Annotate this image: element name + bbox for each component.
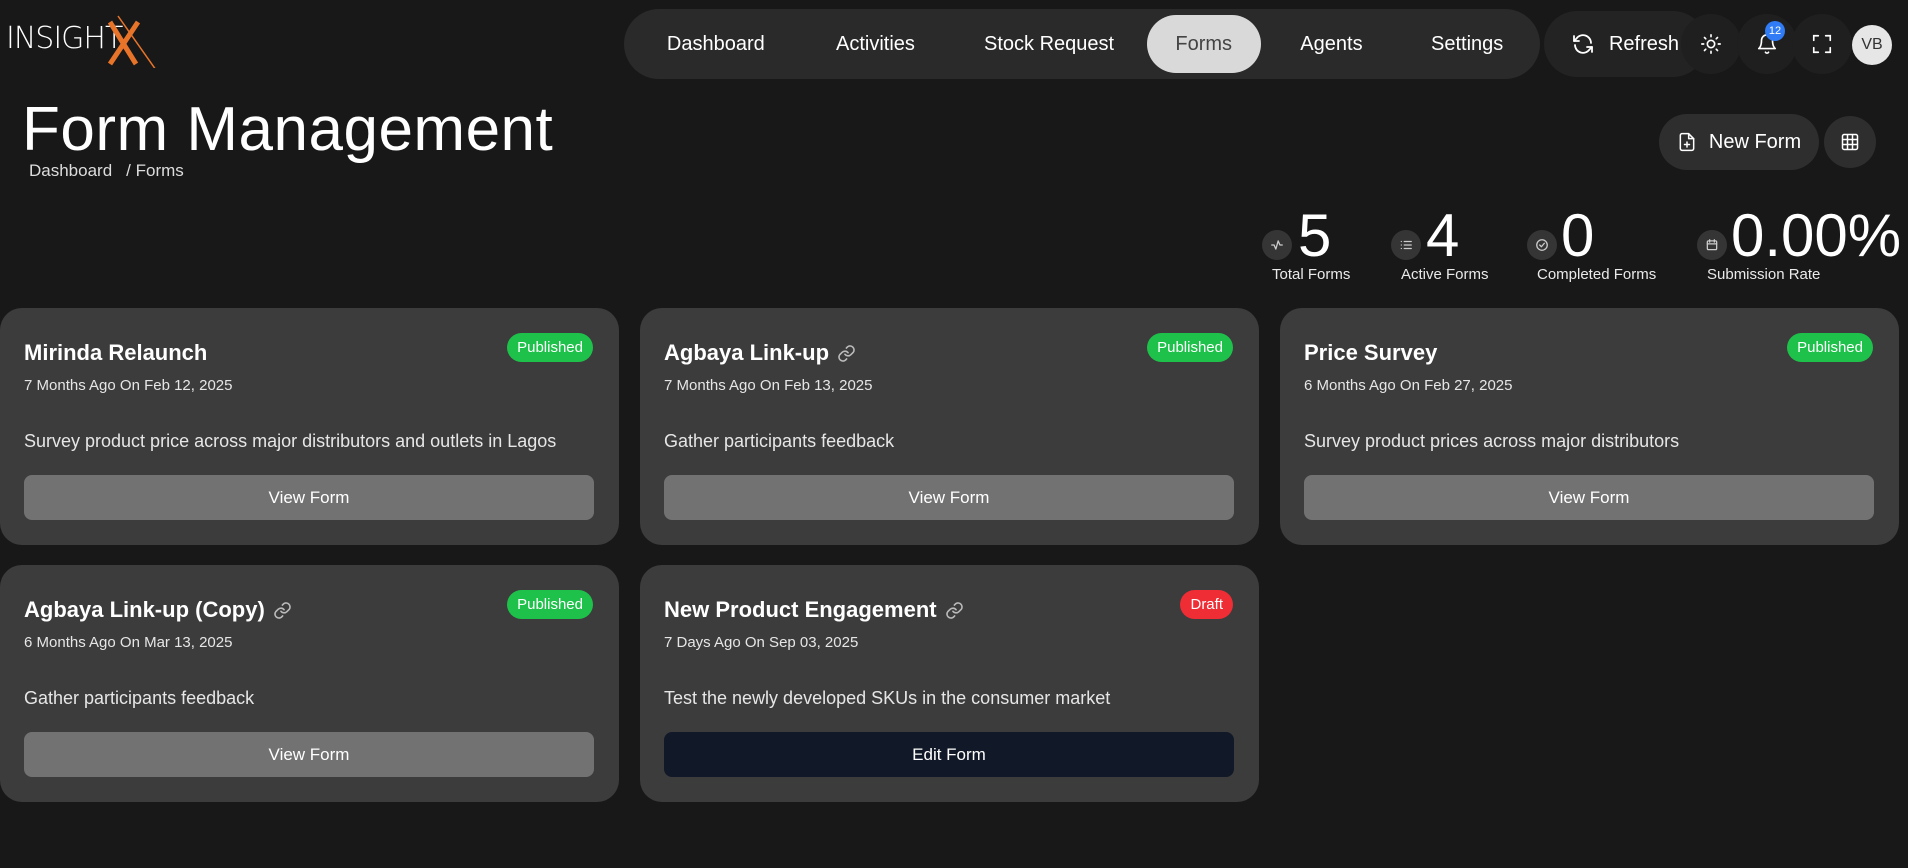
edit-form-button[interactable]: Edit Form	[664, 732, 1234, 777]
form-date: 7 Days Ago On Sep 03, 2025	[664, 634, 859, 651]
expand-icon	[1812, 34, 1832, 54]
logo-graphic: INSIGHT	[6, 15, 157, 71]
view-form-button[interactable]: View Form	[24, 732, 594, 777]
form-date: 7 Months Ago On Feb 13, 2025	[664, 377, 873, 394]
new-form-button[interactable]: New Form	[1659, 114, 1819, 170]
status-badge: Published	[507, 333, 593, 362]
stat-value: 0	[1561, 202, 1595, 269]
view-form-button[interactable]: View Form	[24, 475, 594, 520]
user-avatar[interactable]: VB	[1852, 25, 1892, 65]
view-form-button[interactable]: View Form	[1304, 475, 1874, 520]
list-icon	[1391, 230, 1421, 260]
stat-label: Submission Rate	[1707, 266, 1821, 283]
form-title: Mirinda Relaunch	[24, 340, 207, 366]
file-plus-icon	[1679, 132, 1695, 152]
form-description: Gather participants feedback	[664, 431, 895, 451]
calendar-icon	[1697, 230, 1727, 260]
stat-value: 5	[1298, 202, 1332, 269]
fullscreen-button[interactable]	[1792, 14, 1852, 74]
form-description: Survey product price across major distri…	[24, 431, 557, 451]
activity-icon	[1262, 230, 1292, 260]
stat-label: Active Forms	[1401, 266, 1489, 283]
nav-item-forms[interactable]: Forms	[1146, 15, 1261, 73]
breadcrumb-dashboard[interactable]: Dashboard	[29, 161, 112, 181]
notifications-button[interactable]: 12	[1737, 14, 1797, 74]
form-date: 6 Months Ago On Mar 13, 2025	[24, 634, 233, 651]
form-date: 7 Months Ago On Feb 12, 2025	[24, 377, 233, 394]
refresh-icon	[1573, 34, 1593, 54]
check-circle-icon	[1527, 230, 1557, 260]
form-title: Agbaya Link-up	[664, 340, 856, 366]
stat-value: 4	[1426, 202, 1460, 269]
status-badge: Published	[1147, 333, 1233, 362]
status-badge: Published	[1787, 333, 1873, 362]
stat-label: Total Forms	[1272, 266, 1351, 283]
form-title: New Product Engagement	[664, 597, 964, 623]
breadcrumb: Dashboard / Forms	[29, 161, 184, 181]
link-icon[interactable]	[837, 344, 856, 363]
form-description: Survey product prices across major distr…	[1304, 431, 1680, 451]
stat-value: 0.00%	[1731, 202, 1902, 269]
form-title-text: New Product Engagement	[664, 597, 937, 622]
form-card: Mirinda Relaunch Published 7 Months Ago …	[0, 308, 619, 545]
sun-icon	[1701, 34, 1721, 54]
link-icon[interactable]	[273, 601, 292, 620]
new-form-label: New Form	[1708, 130, 1802, 153]
form-title-text: Mirinda Relaunch	[24, 340, 208, 365]
form-title-text: Agbaya Link-up (Copy)	[24, 597, 265, 622]
form-card: Agbaya Link-up (Copy) Published 6 Months…	[0, 565, 619, 802]
form-title-text: Agbaya Link-up	[664, 340, 830, 365]
main-nav: Dashboard Activities Stock Request Forms…	[624, 9, 1540, 79]
theme-toggle-button[interactable]	[1681, 14, 1741, 74]
svg-text:INSIGHT: INSIGHT	[6, 21, 123, 56]
link-icon[interactable]	[945, 601, 964, 620]
form-title-text: Price Survey	[1304, 340, 1438, 365]
form-title: Price Survey	[1304, 340, 1437, 366]
breadcrumb-forms: / Forms	[126, 161, 184, 180]
nav-item-agents[interactable]: Agents	[1261, 15, 1403, 73]
form-date: 6 Months Ago On Feb 27, 2025	[1304, 377, 1513, 394]
view-form-button[interactable]: View Form	[664, 475, 1234, 520]
nav-item-dashboard[interactable]: Dashboard	[632, 15, 800, 73]
form-card: Price Survey Published 6 Months Ago On F…	[1280, 308, 1899, 545]
nav-item-settings[interactable]: Settings	[1402, 15, 1532, 73]
page-title: Form Management	[22, 95, 554, 164]
grid-view-button[interactable]	[1824, 116, 1876, 168]
form-card: New Product Engagement Draft 7 Days Ago …	[640, 565, 1259, 802]
grid-icon	[1841, 133, 1859, 151]
status-badge: Published	[507, 590, 593, 619]
nav-item-activities[interactable]: Activities	[800, 15, 952, 73]
stat-label: Completed Forms	[1537, 266, 1657, 283]
form-description: Gather participants feedback	[24, 688, 255, 708]
form-title: Agbaya Link-up (Copy)	[24, 597, 292, 623]
form-description: Test the newly developed SKUs in the con…	[664, 688, 1111, 708]
nav-item-stock-request[interactable]: Stock Request	[951, 15, 1147, 73]
status-badge: Draft	[1180, 590, 1233, 619]
insightx-logo[interactable]: INSIGHT	[6, 8, 157, 71]
form-card: Agbaya Link-up Published 7 Months Ago On…	[640, 308, 1259, 545]
notification-count-badge: 12	[1765, 21, 1785, 41]
refresh-label: Refresh	[1608, 32, 1680, 55]
